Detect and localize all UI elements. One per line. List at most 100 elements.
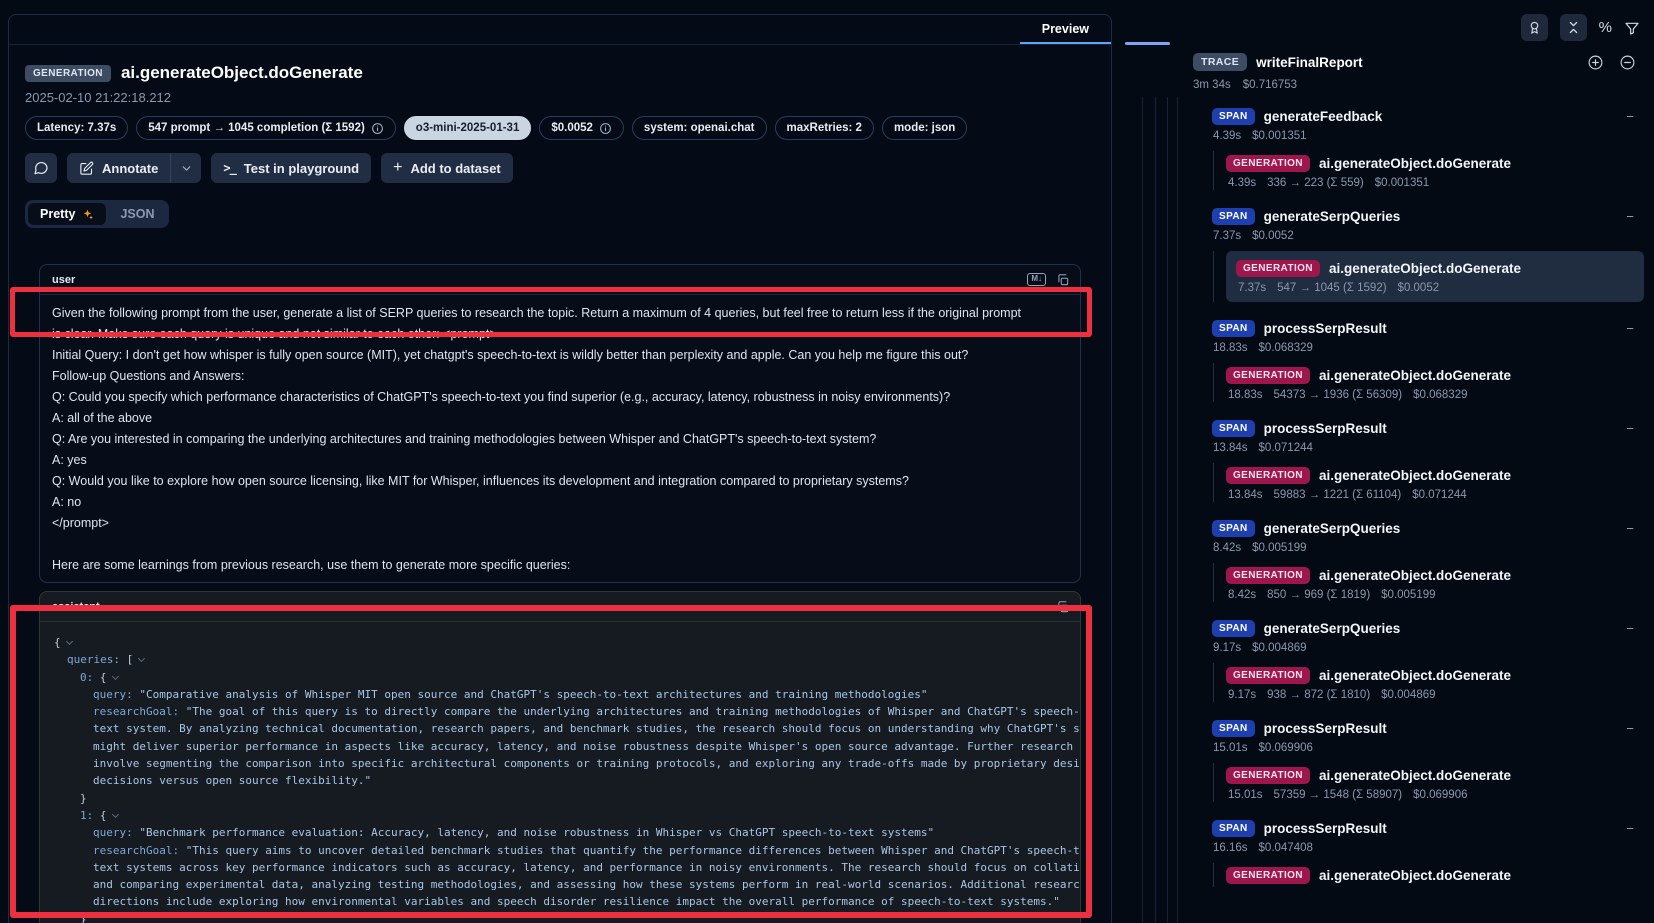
- generation-row[interactable]: GENERATIONai.generateObject.doGenerate: [1226, 464, 1654, 486]
- meta-badge-label: Latency: 7.37s: [37, 122, 116, 134]
- span-duration: 4.39s: [1213, 130, 1241, 142]
- generation-row[interactable]: GENERATIONai.generateObject.doGenerate: [1226, 664, 1654, 686]
- span-row[interactable]: SPANprocessSerpResult−: [1212, 317, 1654, 339]
- user-message-line: Initial Query: I don't get how whisper i…: [52, 345, 1070, 366]
- span-row[interactable]: SPANprocessSerpResult−: [1212, 817, 1654, 839]
- user-message-line: [52, 534, 1070, 555]
- trace-stats: 3m 34s $0.716753: [1125, 71, 1654, 91]
- collapse-node-icon[interactable]: −: [1626, 821, 1634, 836]
- meta-badge: maxRetries: 2: [775, 116, 874, 140]
- json-string: "The goal of this query is to directly c…: [186, 705, 1081, 718]
- span-row[interactable]: SPANprocessSerpResult−: [1212, 417, 1654, 439]
- collapse-node-icon[interactable]: −: [1626, 621, 1634, 636]
- span-row[interactable]: SPANgenerateSerpQueries−: [1212, 617, 1654, 639]
- generation-node[interactable]: GENERATIONai.generateObject.doGenerate 9.…: [1226, 663, 1654, 702]
- markdown-toggle-icon[interactable]: M↓: [1027, 273, 1046, 286]
- trace-cost: $0.716753: [1243, 79, 1297, 91]
- trace-header-row[interactable]: TRACE writeFinalReport: [1125, 41, 1654, 71]
- generation-tokens: 59883 → 1221 (Σ 61104): [1274, 489, 1402, 501]
- generation-node[interactable]: GENERATIONai.generateObject.doGenerate4.…: [1226, 151, 1654, 190]
- tab-json[interactable]: JSON: [108, 203, 166, 225]
- generation-tokens: 938 → 872 (Σ 1810): [1267, 689, 1370, 701]
- meta-badge: $0.0052: [539, 116, 624, 140]
- generation-branch: GENERATIONai.generateObject.doGenerate 18…: [1213, 363, 1654, 402]
- collapse-chevron-icon[interactable]: [66, 638, 73, 645]
- tree-indent-guide: [1167, 97, 1168, 922]
- annotation-award-button[interactable]: [1521, 14, 1548, 41]
- add-to-dataset-button[interactable]: + Add to dataset: [381, 153, 513, 183]
- tab-preview[interactable]: Preview: [1020, 15, 1111, 44]
- generation-node[interactable]: GENERATIONai.generateObject.doGenerate: [1226, 863, 1654, 887]
- generation-row[interactable]: GENERATIONai.generateObject.doGenerate: [1226, 564, 1654, 586]
- generation-branch: GENERATIONai.generateObject.doGenerate 8.…: [1213, 563, 1654, 602]
- generation-node[interactable]: GENERATIONai.generateObject.doGenerate13…: [1226, 463, 1654, 502]
- generation-name: ai.generateObject.doGenerate: [1319, 156, 1511, 171]
- collapse-node-icon[interactable]: −: [1626, 109, 1634, 124]
- generation-row[interactable]: GENERATIONai.generateObject.doGenerate: [1226, 864, 1654, 886]
- span-type-badge: SPAN: [1212, 420, 1255, 437]
- collapse-chevron-icon[interactable]: [111, 673, 118, 680]
- generation-row[interactable]: GENERATIONai.generateObject.doGenerate: [1226, 152, 1654, 174]
- generation-node[interactable]: GENERATIONai.generateObject.doGenerate15…: [1226, 763, 1654, 802]
- span-duration: 13.84s: [1213, 442, 1248, 454]
- generation-tokens: 57359 → 1548 (Σ 58907): [1274, 789, 1403, 801]
- info-icon[interactable]: [371, 122, 384, 135]
- json-line: query: "Comparative analysis of Whisper …: [54, 686, 1070, 703]
- tab-pretty[interactable]: Pretty: [28, 203, 106, 225]
- json-line: text system. By analyzing technical docu…: [54, 720, 1070, 737]
- span-duration: 9.17s: [1213, 642, 1241, 654]
- meta-badge[interactable]: o3-mini-2025-01-31: [404, 116, 532, 140]
- meta-badge-label: o3-mini-2025-01-31: [416, 122, 520, 134]
- span-row[interactable]: SPANprocessSerpResult−: [1212, 717, 1654, 739]
- json-punct: }: [80, 792, 87, 805]
- generation-row[interactable]: GENERATIONai.generateObject.doGenerate: [1236, 257, 1634, 279]
- percent-toggle[interactable]: %: [1599, 19, 1612, 36]
- test-playground-button[interactable]: >_ Test in playground: [211, 153, 371, 183]
- zoom-out-icon[interactable]: [1619, 54, 1636, 71]
- info-icon[interactable]: [599, 122, 612, 135]
- zoom-in-icon[interactable]: [1587, 54, 1604, 71]
- collapse-chevron-icon[interactable]: [138, 655, 145, 662]
- trace-tree-node: SPANprocessSerpResult−15.01s$0.069906GEN…: [1212, 717, 1654, 817]
- collapse-all-button[interactable]: [1560, 14, 1587, 41]
- panel-tabbar: Preview: [9, 15, 1111, 45]
- span-stats: 9.17s$0.004869: [1213, 642, 1654, 654]
- annotate-button[interactable]: Annotate: [67, 153, 171, 183]
- comment-button[interactable]: [25, 153, 57, 183]
- generation-stats: 18.83s54373 → 1936 (Σ 56309)$0.068329: [1228, 389, 1654, 401]
- json-key: query:: [93, 826, 139, 839]
- generation-stats: 8.42s850 → 969 (Σ 1819)$0.005199: [1228, 589, 1654, 601]
- generation-row[interactable]: GENERATIONai.generateObject.doGenerate: [1226, 764, 1654, 786]
- span-row[interactable]: SPANgenerateFeedback−: [1212, 105, 1654, 127]
- generation-duration: 8.42s: [1228, 589, 1256, 601]
- span-row[interactable]: SPANgenerateSerpQueries−: [1212, 205, 1654, 227]
- json-string: directions include exploring how environ…: [93, 895, 1060, 908]
- collapse-chevron-icon[interactable]: [111, 811, 118, 818]
- generation-node[interactable]: GENERATIONai.generateObject.doGenerate 18…: [1226, 363, 1654, 402]
- copy-icon[interactable]: [1056, 273, 1070, 287]
- span-name: generateSerpQueries: [1264, 621, 1401, 636]
- generation-row[interactable]: GENERATIONai.generateObject.doGenerate: [1226, 364, 1654, 386]
- collapse-node-icon[interactable]: −: [1626, 421, 1634, 436]
- trace-duration: 3m 34s: [1193, 79, 1231, 91]
- generation-node[interactable]: GENERATIONai.generateObject.doGenerate 8.…: [1226, 563, 1654, 602]
- panel-resize-indicator[interactable]: [1125, 42, 1170, 45]
- collapse-node-icon[interactable]: −: [1626, 209, 1634, 224]
- json-line: directions include exploring how environ…: [54, 893, 1070, 910]
- funnel-icon: [1624, 20, 1640, 36]
- json-punct: {: [54, 636, 61, 649]
- meta-badge-label: $0.0052: [551, 122, 593, 134]
- collapse-vertical-icon: [1566, 20, 1581, 35]
- collapse-node-icon[interactable]: −: [1626, 321, 1634, 336]
- collapse-node-icon[interactable]: −: [1626, 721, 1634, 736]
- json-line: involve segmenting the comparison into s…: [54, 755, 1070, 772]
- generation-duration: 9.17s: [1228, 689, 1256, 701]
- filter-button[interactable]: [1624, 20, 1640, 36]
- generation-node[interactable]: GENERATIONai.generateObject.doGenerate7.…: [1226, 251, 1644, 302]
- json-string: might deliver superior performance in as…: [93, 740, 1081, 753]
- annotate-dropdown-button[interactable]: [171, 153, 201, 183]
- copy-icon[interactable]: [1056, 600, 1070, 614]
- span-cost: $0.001351: [1252, 130, 1306, 142]
- collapse-node-icon[interactable]: −: [1626, 521, 1634, 536]
- span-row[interactable]: SPANgenerateSerpQueries−: [1212, 517, 1654, 539]
